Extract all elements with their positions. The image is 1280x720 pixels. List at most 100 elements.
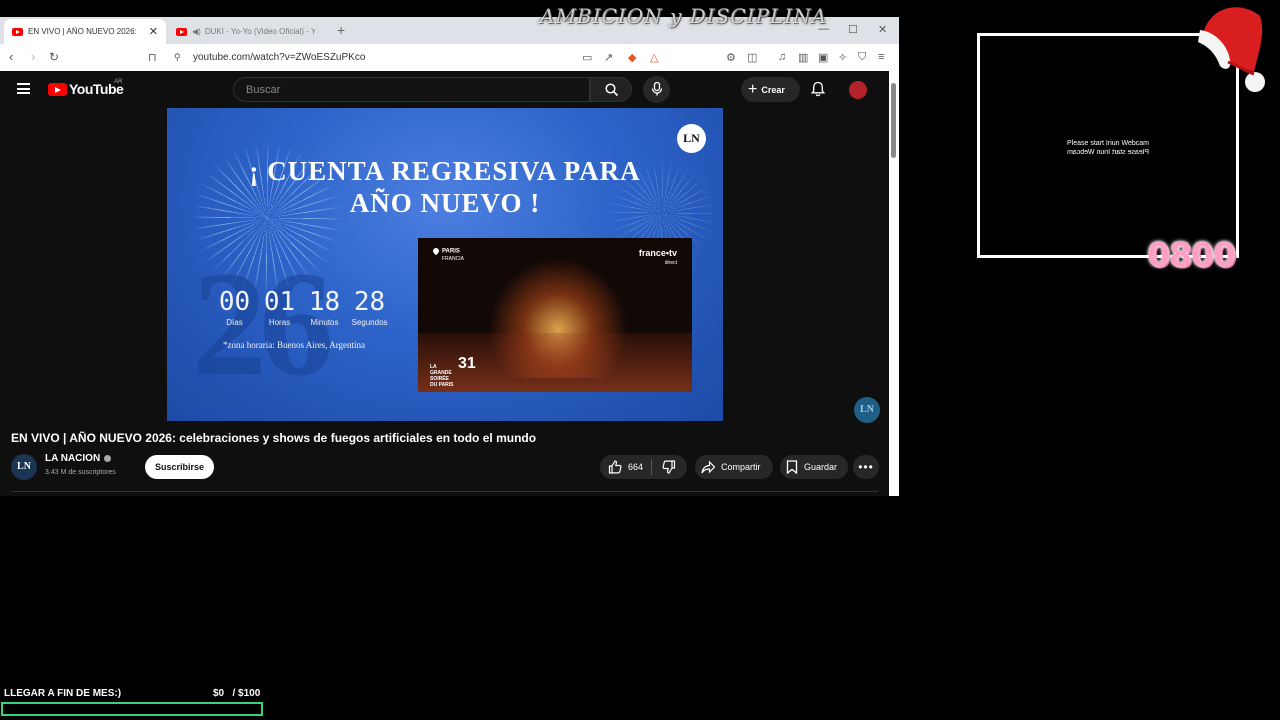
location-city: PARIS xyxy=(442,248,460,255)
page-scrollbar[interactable] xyxy=(889,71,899,496)
like-count: 664 xyxy=(628,462,644,472)
extensions-icon[interactable]: ⚙ xyxy=(726,51,736,64)
goal-label: LLEGAR A FIN DE MES:) xyxy=(4,688,122,699)
france-tv-logo: france•tv direct xyxy=(639,249,677,267)
event-logo: LA GRANDE SOIRÉE DU PARIS 31 xyxy=(430,356,476,389)
country-code: AR xyxy=(114,79,123,85)
countdown-minutes: 18 Minutos xyxy=(302,288,347,327)
search-icon xyxy=(605,83,619,97)
badge-0800: 0800 xyxy=(1147,235,1236,274)
youtube-page: YouTube AR + Crear xyxy=(0,71,889,496)
microphone-icon xyxy=(651,82,663,96)
create-button[interactable]: + Crear xyxy=(741,77,800,102)
plus-icon: + xyxy=(748,80,758,98)
new-tab-icon[interactable]: + xyxy=(337,22,345,38)
install-app-icon[interactable]: ▭ xyxy=(582,51,592,64)
countdown-label: Días xyxy=(226,318,243,327)
hamburger-menu-icon[interactable] xyxy=(17,83,30,94)
more-icon: ••• xyxy=(858,460,874,474)
url-text[interactable]: youtube.com/watch?v=ZWoESZuPKco xyxy=(193,52,365,63)
tab-duki[interactable]: ◀) DUKI - Yo-Yo (Video Oficial) - You xyxy=(168,19,330,44)
search-button[interactable] xyxy=(590,77,632,102)
forward-icon[interactable]: › xyxy=(31,49,35,64)
brand-sub: direct xyxy=(664,260,677,266)
la-nacion-logo: LN xyxy=(677,124,706,153)
thumbs-down-icon[interactable] xyxy=(662,460,676,474)
close-tab-icon[interactable]: ✕ xyxy=(149,25,158,38)
bookmark-icon[interactable]: ⊓ xyxy=(148,51,157,64)
webcam-message: Please start Iriun Webcam xyxy=(1067,140,1149,147)
santa-hat-icon xyxy=(1198,7,1265,92)
leo-ai-icon[interactable]: ✧ xyxy=(838,51,847,64)
video-player[interactable]: 26 ¡ CUENTA REGRESIVA PARA AÑO NUEVO ! L… xyxy=(167,108,723,421)
brave-rewards-icon[interactable]: △ xyxy=(650,51,658,64)
share-label: Compartir xyxy=(721,462,761,472)
address-bar: ‹ › ↻ ⊓ ⚲ youtube.com/watch?v=ZWoESZuPKc… xyxy=(0,44,899,72)
event-text: LA GRANDE SOIRÉE DU PARIS xyxy=(430,364,454,388)
countdown-headline-2: AÑO NUEVO ! xyxy=(349,188,541,218)
goal-progress-bar xyxy=(1,702,263,716)
timezone-note: *zona horaria: Buenos Aires, Argentina xyxy=(223,340,366,350)
share-icon xyxy=(701,460,715,473)
back-icon[interactable]: ‹ xyxy=(9,49,13,64)
channel-name[interactable]: LA NACION xyxy=(45,453,112,464)
countdown-timer: 00 Días 01 Horas 18 Minutos 28 Segundos xyxy=(212,288,392,327)
countdown-label: Minutos xyxy=(310,318,339,327)
wallet-icon[interactable]: ▣ xyxy=(818,51,828,64)
event-number: 31 xyxy=(458,355,476,372)
brave-shields-icon[interactable]: ◆ xyxy=(628,51,636,64)
countdown-seconds: 28 Segundos xyxy=(347,288,392,327)
location-country: FRANCIA xyxy=(442,255,464,262)
voice-search-button[interactable] xyxy=(643,76,670,103)
save-label: Guardar xyxy=(804,462,838,472)
reload-icon[interactable]: ↻ xyxy=(49,50,59,64)
close-window-icon[interactable]: ✕ xyxy=(878,23,887,36)
youtube-header: YouTube AR + Crear xyxy=(0,71,889,108)
share-page-icon[interactable]: ↗ xyxy=(604,51,613,64)
channel-avatar[interactable]: LN xyxy=(11,454,37,480)
media-icon[interactable]: ♫ xyxy=(778,51,786,63)
share-button[interactable]: Compartir xyxy=(695,455,773,479)
paris-live-feed: PARIS FRANCIA france•tv direct LA GRANDE… xyxy=(418,238,692,392)
notifications-bell-icon[interactable] xyxy=(811,81,825,97)
maximize-icon[interactable]: ☐ xyxy=(848,23,858,36)
countdown-days: 00 Días xyxy=(212,288,257,327)
video-title: EN VIVO | AÑO NUEVO 2026: celebraciones … xyxy=(11,431,537,445)
like-button[interactable]: 664 xyxy=(600,455,687,479)
audio-playing-icon[interactable]: ◀) xyxy=(192,27,201,36)
countdown-value: 18 xyxy=(308,287,341,317)
scrollbar-thumb[interactable] xyxy=(891,83,896,158)
site-settings-icon[interactable]: ⚲ xyxy=(174,52,181,63)
tab-en-vivo[interactable]: EN VIVO | AÑO NUEVO 2026: ce ✕ xyxy=(4,19,166,44)
countdown-value: 28 xyxy=(353,287,386,317)
vpn-icon[interactable]: ⛉ xyxy=(858,51,866,64)
save-button[interactable]: Guardar xyxy=(780,455,848,479)
channel-name-text[interactable]: LA NACION xyxy=(45,453,100,464)
search-box[interactable] xyxy=(233,77,590,102)
goal-amount: $0 / $100 xyxy=(213,688,261,699)
stream-logo: AMBICION y DISCIPLINA xyxy=(540,4,828,28)
inset-location: PARIS FRANCIA xyxy=(431,246,464,263)
thumbs-up-icon xyxy=(608,460,622,474)
screenshot-icon[interactable]: ◫ xyxy=(747,51,757,64)
brand-name: france•tv xyxy=(638,248,677,258)
countdown-value: 01 xyxy=(263,287,296,317)
tab-label: EN VIVO | AÑO NUEVO 2026: ce xyxy=(28,27,138,36)
account-avatar[interactable] xyxy=(849,81,867,99)
menu-icon[interactable]: ≡ xyxy=(878,51,884,63)
sidebar-icon[interactable]: ▥ xyxy=(798,51,808,64)
countdown-hours: 01 Horas xyxy=(257,288,302,327)
search-input[interactable] xyxy=(244,83,578,97)
channel-watermark[interactable]: LN xyxy=(854,397,880,423)
like-divider xyxy=(651,459,652,475)
create-label: Crear xyxy=(761,84,785,95)
youtube-favicon-icon xyxy=(12,27,23,36)
browser-window: EN VIVO | AÑO NUEVO 2026: ce ✕ ◀) DUKI -… xyxy=(0,17,899,496)
location-pin-icon xyxy=(431,246,441,256)
verified-icon xyxy=(104,454,112,462)
tab-label: DUKI - Yo-Yo (Video Oficial) - You xyxy=(204,27,315,36)
subscribe-button[interactable]: Suscribirse xyxy=(145,455,214,479)
youtube-logo-icon[interactable] xyxy=(48,83,67,96)
more-actions-button[interactable]: ••• xyxy=(853,455,879,479)
countdown-label: Segundos xyxy=(351,318,388,327)
